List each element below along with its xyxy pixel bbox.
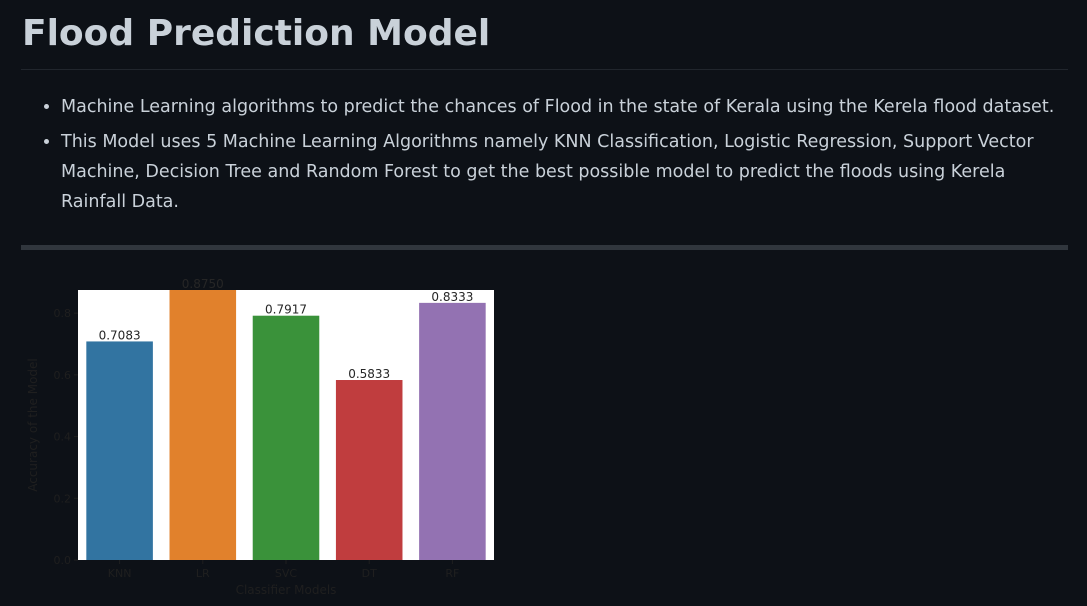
bar-lr bbox=[169, 290, 237, 560]
y-tick-label: 0.4 bbox=[54, 431, 72, 444]
accuracy-bar-chart: 0.7083 0.8750 0.7917 0.5833 0.8333 0.0 0.2 0.4… bbox=[23, 270, 503, 606]
bar-value-label: 0.8333 bbox=[431, 290, 473, 304]
bar-value-label: 0.5833 bbox=[348, 367, 390, 381]
chart-svg: 0.7083 0.8750 0.7917 0.5833 0.8333 0.0 0.2 0.4… bbox=[23, 270, 503, 606]
y-tick-label: 0.0 bbox=[54, 554, 72, 567]
bar-knn bbox=[86, 341, 153, 560]
x-tick-label: DT bbox=[362, 567, 377, 580]
title-divider bbox=[21, 69, 1068, 70]
y-tick-label: 0.2 bbox=[54, 492, 72, 505]
page-title: Flood Prediction Model bbox=[22, 13, 491, 54]
bar-value-label: 0.7917 bbox=[265, 303, 307, 317]
y-axis-label: Accuracy of the Model bbox=[26, 358, 40, 492]
bar-dt bbox=[335, 380, 403, 560]
list-item: This Model uses 5 Machine Learning Algor… bbox=[61, 127, 1061, 217]
x-tick-label: SVC bbox=[275, 567, 298, 580]
list-item: Machine Learning algorithms to predict t… bbox=[61, 92, 1061, 122]
x-tick-label: KNN bbox=[108, 567, 132, 580]
bar-value-label: 0.7083 bbox=[99, 328, 141, 342]
bar-rf bbox=[419, 302, 486, 560]
bar-svc bbox=[252, 315, 320, 560]
x-axis-label: Classifier Models bbox=[236, 583, 337, 597]
y-tick-label: 0.8 bbox=[54, 307, 72, 320]
horizontal-rule bbox=[21, 245, 1068, 250]
y-tick-label: 0.6 bbox=[54, 369, 72, 382]
description-list: Machine Learning algorithms to predict t… bbox=[21, 92, 1061, 222]
bar-value-label: 0.8750 bbox=[182, 277, 224, 291]
x-tick-label: RF bbox=[445, 567, 459, 580]
x-tick-label: LR bbox=[196, 567, 210, 580]
